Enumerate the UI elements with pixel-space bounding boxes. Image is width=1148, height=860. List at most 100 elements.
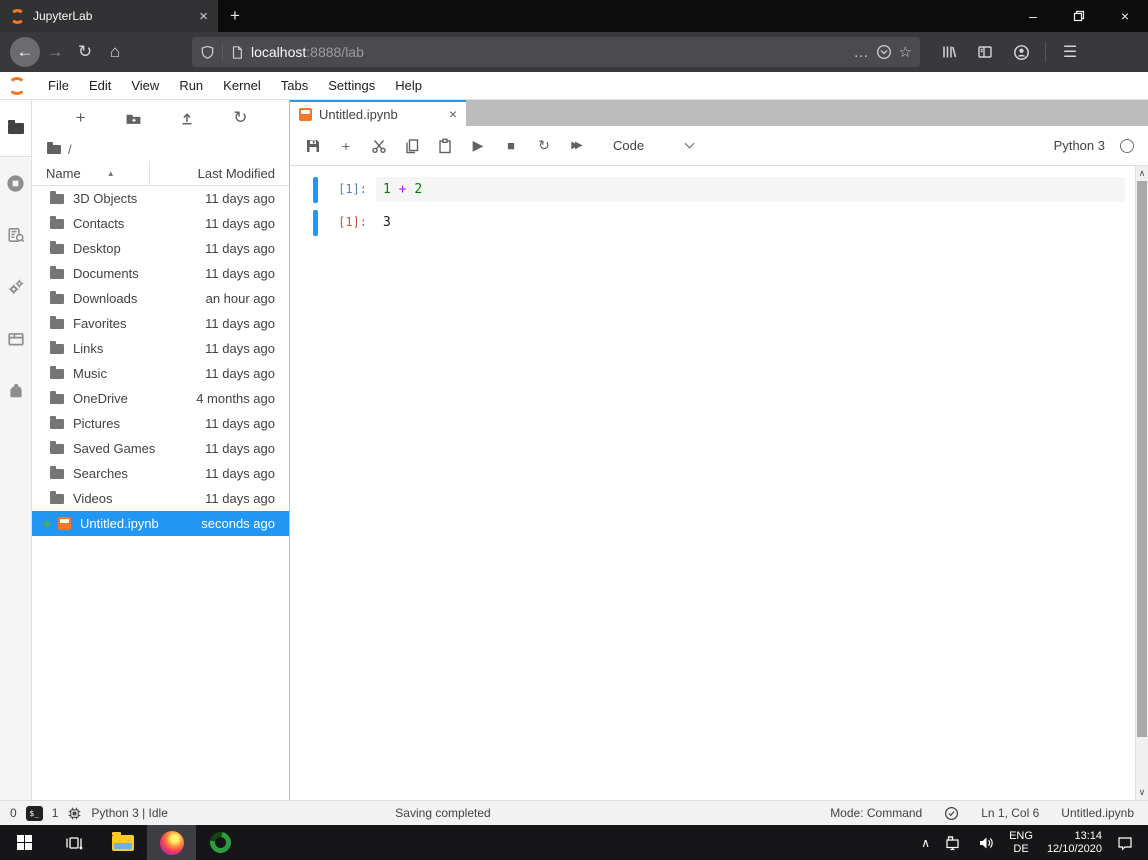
task-view-button[interactable] xyxy=(49,825,98,860)
scroll-down-icon[interactable]: ∨ xyxy=(1136,787,1148,798)
language-indicator[interactable]: ENG DE xyxy=(1009,830,1033,856)
file-row[interactable]: Links11 days ago xyxy=(32,336,289,361)
breadcrumb[interactable]: / xyxy=(32,136,289,162)
file-row[interactable]: 3D Objects11 days ago xyxy=(32,186,289,211)
sidebar-item-command-palette[interactable] xyxy=(0,209,31,261)
reload-button[interactable]: ↻ xyxy=(70,37,100,67)
file-row-selected[interactable]: Untitled.ipynbseconds ago xyxy=(32,511,289,536)
file-row[interactable]: Music11 days ago xyxy=(32,361,289,386)
window-restore-button[interactable] xyxy=(1056,0,1102,32)
notebook-tab[interactable]: Untitled.ipynb × xyxy=(290,100,466,126)
pocket-icon[interactable] xyxy=(876,44,892,60)
upload-button[interactable] xyxy=(175,106,199,130)
copy-cells-button[interactable] xyxy=(403,137,421,155)
notebook-scrollbar[interactable]: ∧ ∨ xyxy=(1135,166,1148,800)
bookmark-star-icon[interactable]: ☆ xyxy=(899,43,912,61)
file-explorer-button[interactable] xyxy=(98,825,147,860)
library-icon[interactable] xyxy=(934,37,964,67)
tray-expand-chevron-icon[interactable]: ∧ xyxy=(921,836,930,850)
start-button[interactable] xyxy=(0,825,49,860)
notebook-mode-text[interactable]: Mode: Command xyxy=(830,806,922,820)
menu-edit[interactable]: Edit xyxy=(79,72,121,99)
sidebar-toggle-icon[interactable] xyxy=(970,37,1000,67)
code-cell-input[interactable]: [1]: 1 + 2 xyxy=(313,177,1125,203)
file-row[interactable]: Pictures11 days ago xyxy=(32,411,289,436)
menu-settings[interactable]: Settings xyxy=(318,72,385,99)
account-icon[interactable] xyxy=(1006,37,1036,67)
folder-icon xyxy=(50,344,64,354)
network-icon[interactable] xyxy=(944,835,963,851)
shield-icon[interactable] xyxy=(200,45,215,60)
trusted-shield-icon[interactable] xyxy=(944,806,959,821)
file-row[interactable]: Downloadsan hour ago xyxy=(32,286,289,311)
kernel-name-button[interactable]: Python 3 xyxy=(1054,138,1105,153)
page-icon[interactable] xyxy=(230,45,244,60)
home-button[interactable]: ⌂ xyxy=(100,37,130,67)
column-header-modified[interactable]: Last Modified xyxy=(150,166,289,181)
sidebar-item-property-inspector[interactable] xyxy=(0,261,31,313)
action-center-icon[interactable] xyxy=(1116,835,1134,851)
cut-cells-button[interactable] xyxy=(370,137,388,155)
file-row[interactable]: Favorites11 days ago xyxy=(32,311,289,336)
kernel-status-idle-icon[interactable] xyxy=(1120,139,1134,153)
menu-file[interactable]: File xyxy=(38,72,79,99)
code-cell-output[interactable]: [1]: 3 xyxy=(313,210,1125,236)
menu-help[interactable]: Help xyxy=(385,72,432,99)
active-file-text[interactable]: Untitled.ipynb xyxy=(1061,806,1134,820)
cursor-position-text[interactable]: Ln 1, Col 6 xyxy=(981,806,1039,820)
forward-button[interactable]: → xyxy=(40,37,70,67)
home-folder-icon[interactable] xyxy=(47,145,61,154)
add-cell-button[interactable]: + xyxy=(337,137,355,155)
file-row[interactable]: Contacts11 days ago xyxy=(32,211,289,236)
breadcrumb-root[interactable]: / xyxy=(68,142,72,157)
run-cell-button[interactable]: ▶ xyxy=(469,137,487,155)
code-editor[interactable]: 1 + 2 xyxy=(376,177,1125,202)
sort-ascending-icon[interactable]: ▲ xyxy=(107,169,115,178)
scroll-up-icon[interactable]: ∧ xyxy=(1136,168,1148,179)
terminal-count[interactable]: 0 xyxy=(10,806,17,820)
window-minimize-button[interactable]: – xyxy=(1010,0,1056,32)
menu-kernel[interactable]: Kernel xyxy=(213,72,271,99)
menu-run[interactable]: Run xyxy=(169,72,213,99)
url-text[interactable]: localhost:8888/lab xyxy=(251,44,847,60)
firefox-button[interactable] xyxy=(147,825,196,860)
file-row[interactable]: Videos11 days ago xyxy=(32,486,289,511)
save-button[interactable] xyxy=(304,137,322,155)
new-tab-button[interactable]: + xyxy=(218,0,252,32)
restart-run-all-button[interactable]: ▶▶ xyxy=(568,137,586,155)
tab-close-icon[interactable]: × xyxy=(199,8,208,25)
scrollbar-thumb[interactable] xyxy=(1137,181,1147,737)
speaker-icon[interactable] xyxy=(977,835,995,851)
sidebar-item-filebrowser[interactable] xyxy=(0,100,31,157)
window-close-button[interactable]: × xyxy=(1102,0,1148,32)
kernel-status-text[interactable]: Python 3 | Idle xyxy=(91,806,168,820)
file-row[interactable]: Searches11 days ago xyxy=(32,461,289,486)
restart-kernel-button[interactable]: ↻ xyxy=(535,137,553,155)
url-bar[interactable]: localhost:8888/lab … ☆ xyxy=(192,37,920,67)
paste-cells-button[interactable] xyxy=(436,137,454,155)
notebook-tab-close-icon[interactable]: × xyxy=(449,106,457,122)
menu-tabs[interactable]: Tabs xyxy=(271,72,318,99)
sidebar-item-running[interactable] xyxy=(0,157,31,209)
sidebar-item-extensions[interactable] xyxy=(0,365,31,417)
back-button[interactable]: ← xyxy=(10,37,40,67)
file-row[interactable]: Desktop11 days ago xyxy=(32,236,289,261)
file-row[interactable]: OneDrive4 months ago xyxy=(32,386,289,411)
refresh-button[interactable]: ↻ xyxy=(228,106,252,130)
sidebar-item-open-tabs[interactable] xyxy=(0,313,31,365)
notebook-content[interactable]: [1]: 1 + 2 [1]: 3 ∧ ∨ xyxy=(290,166,1148,800)
kernel-count[interactable]: 1 xyxy=(52,806,59,820)
browser-tab-jupyterlab[interactable]: JupyterLab × xyxy=(0,0,218,32)
menu-view[interactable]: View xyxy=(121,72,169,99)
file-row[interactable]: Documents11 days ago xyxy=(32,261,289,286)
menu-hamburger-icon[interactable]: ☰ xyxy=(1055,37,1085,67)
file-row[interactable]: Saved Games11 days ago xyxy=(32,436,289,461)
cell-type-dropdown[interactable]: Code xyxy=(613,138,693,153)
interrupt-kernel-button[interactable]: ■ xyxy=(502,137,520,155)
new-folder-button[interactable] xyxy=(122,106,146,130)
new-launcher-button[interactable]: + xyxy=(69,106,93,130)
green-ring-app-button[interactable] xyxy=(196,825,245,860)
column-header-name[interactable]: Name ▲ xyxy=(32,162,150,185)
page-actions-icon[interactable]: … xyxy=(854,44,869,61)
clock[interactable]: 13:14 12/10/2020 xyxy=(1047,830,1102,856)
